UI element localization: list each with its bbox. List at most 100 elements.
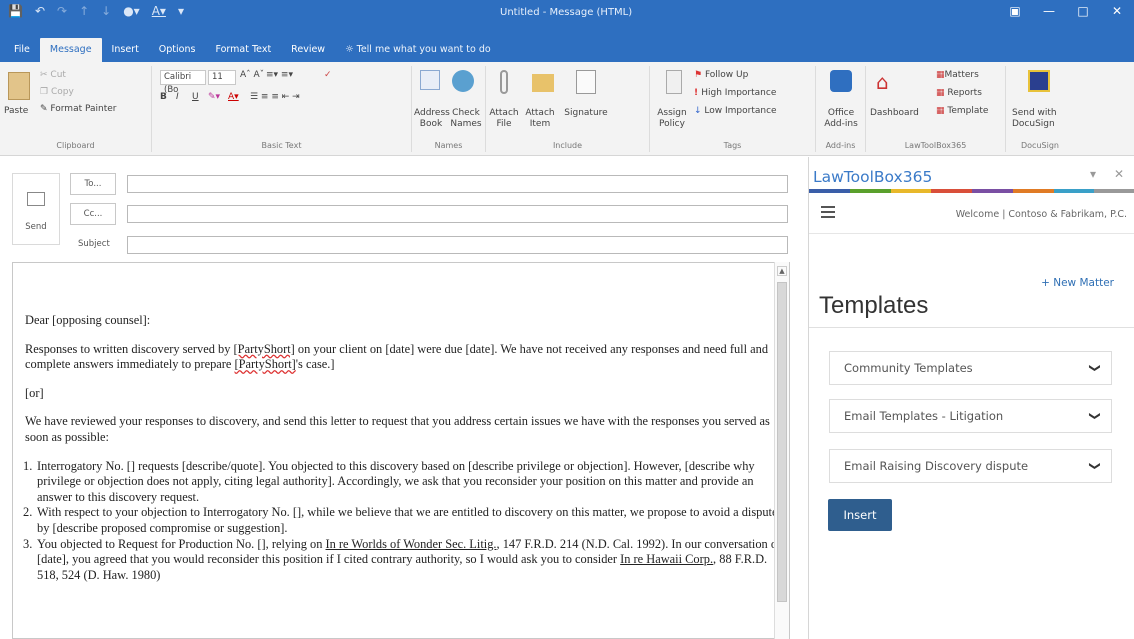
tab-insert[interactable]: Insert (102, 40, 149, 62)
align-icons[interactable]: ☰ ≡ ≡ ⇤ ⇥ (250, 92, 300, 102)
office-addins-button[interactable]: Office Add-ins (818, 108, 864, 130)
list-item: 1. Interrogatory No. [] requests [describ… (23, 458, 755, 504)
divider (809, 327, 1134, 328)
color-segment (809, 189, 850, 193)
home-icon[interactable]: ⌂ (876, 70, 889, 94)
welcome-bar: Welcome | Contoso & Fabrikam, P.C. (809, 194, 1134, 234)
up-arrow-icon[interactable]: ↑ (79, 4, 89, 18)
scroll-thumb[interactable] (777, 282, 787, 602)
attach-item-button[interactable]: Attach Item (522, 108, 558, 130)
new-matter-link[interactable]: + New Matter (1041, 277, 1114, 289)
assign-policy-icon[interactable] (666, 70, 682, 94)
format-painter-button[interactable]: ✎ Format Painter (40, 104, 117, 114)
paperclip-icon[interactable] (500, 70, 508, 94)
minimize-icon[interactable]: — (1032, 0, 1066, 22)
assign-policy-button[interactable]: Assign Policy (654, 108, 690, 130)
chevron-down-icon: ❯ (1088, 461, 1102, 471)
signature-icon[interactable] (576, 70, 596, 94)
grow-font-icon[interactable]: Aˆ Aˇ (240, 70, 264, 80)
follow-up-button[interactable]: ⚑ Follow Up (694, 70, 748, 80)
high-importance-button[interactable]: ! High Importance (694, 88, 776, 98)
pane-options-icon[interactable]: ▾ (1090, 167, 1096, 181)
tab-review[interactable]: Review (281, 40, 335, 62)
undo-icon[interactable]: ↶ (35, 4, 45, 18)
color-segment (1012, 189, 1054, 193)
check-names-icon[interactable] (452, 70, 474, 92)
dashboard-button[interactable]: Dashboard (870, 108, 919, 118)
low-importance-button[interactable]: ↓ Low Importance (694, 106, 777, 116)
window-controls: ▣ — □ ✕ (998, 0, 1134, 22)
bullets-icon[interactable]: ≡▾ ≡▾ (266, 70, 293, 80)
pane-close-icon[interactable]: ✕ (1114, 167, 1124, 181)
docusign-icon[interactable] (1028, 70, 1050, 92)
tab-message[interactable]: Message (39, 38, 102, 62)
color-segment (890, 189, 932, 193)
lightbulb-icon: ☼ (345, 44, 357, 55)
cc-field[interactable] (127, 205, 788, 223)
font-name-select[interactable]: Calibri (Bo (160, 70, 206, 95)
cut-button[interactable]: ✂ Cut (40, 70, 66, 80)
hamburger-menu-icon[interactable] (821, 206, 835, 218)
template-button[interactable]: ▦ Template (936, 106, 988, 116)
close-icon[interactable]: ✕ (1100, 0, 1134, 22)
email-raising-discovery-dispute-dropdown[interactable]: Email Raising Discovery dispute ❯ (829, 449, 1112, 483)
save-icon[interactable]: 💾 (8, 4, 23, 18)
compose-area: Send To... Cc... Subject Dear [opposing … (0, 157, 808, 639)
vertical-scrollbar[interactable]: ▲ (774, 262, 789, 639)
send-button[interactable]: Send (12, 173, 60, 245)
matters-button[interactable]: ▦Matters (936, 70, 979, 80)
list-item: 2. With respect to your objection to Inte… (23, 505, 778, 535)
paste-button[interactable]: Paste (4, 106, 28, 116)
envelope-icon[interactable] (532, 74, 554, 92)
template-icon: ▦ (936, 106, 948, 116)
ribbon: Paste ✂ Cut ❐ Copy ✎ Format Painter Clip… (0, 62, 1134, 156)
to-field[interactable] (127, 175, 788, 193)
reports-button[interactable]: ▦ Reports (936, 88, 982, 98)
tab-options[interactable]: Options (149, 40, 206, 62)
ribbon-tabs: File Message Insert Options Format Text … (0, 36, 1134, 62)
maximize-icon[interactable]: □ (1066, 0, 1100, 22)
color-segment (1053, 189, 1095, 193)
insert-button[interactable]: Insert (828, 499, 892, 531)
send-with-docusign-button[interactable]: Send with DocuSign (1012, 108, 1068, 130)
tab-format-text[interactable]: Format Text (205, 40, 281, 62)
to-button[interactable]: To... (70, 173, 116, 195)
signature-button[interactable]: Signature (558, 108, 614, 118)
flag-icon: ⚑ (694, 70, 705, 80)
clear-formatting-icon[interactable]: ✓ (324, 70, 332, 80)
message-body[interactable]: Dear [opposing counsel]: Responses to wr… (12, 262, 790, 639)
email-templates-litigation-dropdown[interactable]: Email Templates - Litigation ❯ (829, 399, 1112, 433)
community-templates-dropdown[interactable]: Community Templates ❯ (829, 351, 1112, 385)
color-segment (849, 189, 891, 193)
subject-field[interactable] (127, 236, 788, 254)
highlight-icon[interactable]: ✎▾ (208, 92, 220, 102)
account-icon[interactable]: ●▾ (123, 4, 140, 18)
copy-button[interactable]: ❐ Copy (40, 87, 74, 97)
font-size-select[interactable]: 11 (208, 70, 236, 85)
tab-file[interactable]: File (4, 40, 40, 62)
redo-icon[interactable]: ↷ (57, 4, 67, 18)
down-arrow-icon[interactable]: ↓ (101, 4, 111, 18)
ribbon-display-icon[interactable]: ▣ (998, 0, 1032, 22)
quick-access-toolbar: 💾 ↶ ↷ ↑ ↓ ●▾ A▾ ▾ (8, 4, 184, 18)
paste-icon[interactable] (8, 72, 30, 100)
subject-label: Subject (78, 239, 110, 249)
font-color-button[interactable]: A▾ (228, 92, 239, 102)
chevron-down-icon: ❯ (1088, 411, 1102, 421)
title-bar: 💾 ↶ ↷ ↑ ↓ ●▾ A▾ ▾ Untitled - Message (HT… (0, 0, 1134, 36)
font-color-icon[interactable]: A▾ (152, 4, 166, 18)
address-book-button[interactable]: Address Book (414, 108, 450, 130)
customize-icon[interactable]: ▾ (178, 4, 184, 18)
check-names-button[interactable]: Check Names (448, 108, 484, 130)
tell-me-search[interactable]: ☼ Tell me what you want to do (335, 40, 501, 62)
scroll-up-icon[interactable]: ▲ (777, 266, 787, 276)
paintbrush-icon: ✎ (40, 104, 51, 114)
color-segment (1094, 189, 1134, 193)
attach-file-button[interactable]: Attach File (488, 108, 520, 130)
cc-button[interactable]: Cc... (70, 203, 116, 225)
bold-button[interactable]: B (160, 92, 167, 102)
italic-button[interactable]: I (176, 92, 179, 102)
office-addins-icon[interactable] (830, 70, 852, 92)
address-book-icon[interactable] (420, 70, 440, 90)
underline-button[interactable]: U (192, 92, 199, 102)
